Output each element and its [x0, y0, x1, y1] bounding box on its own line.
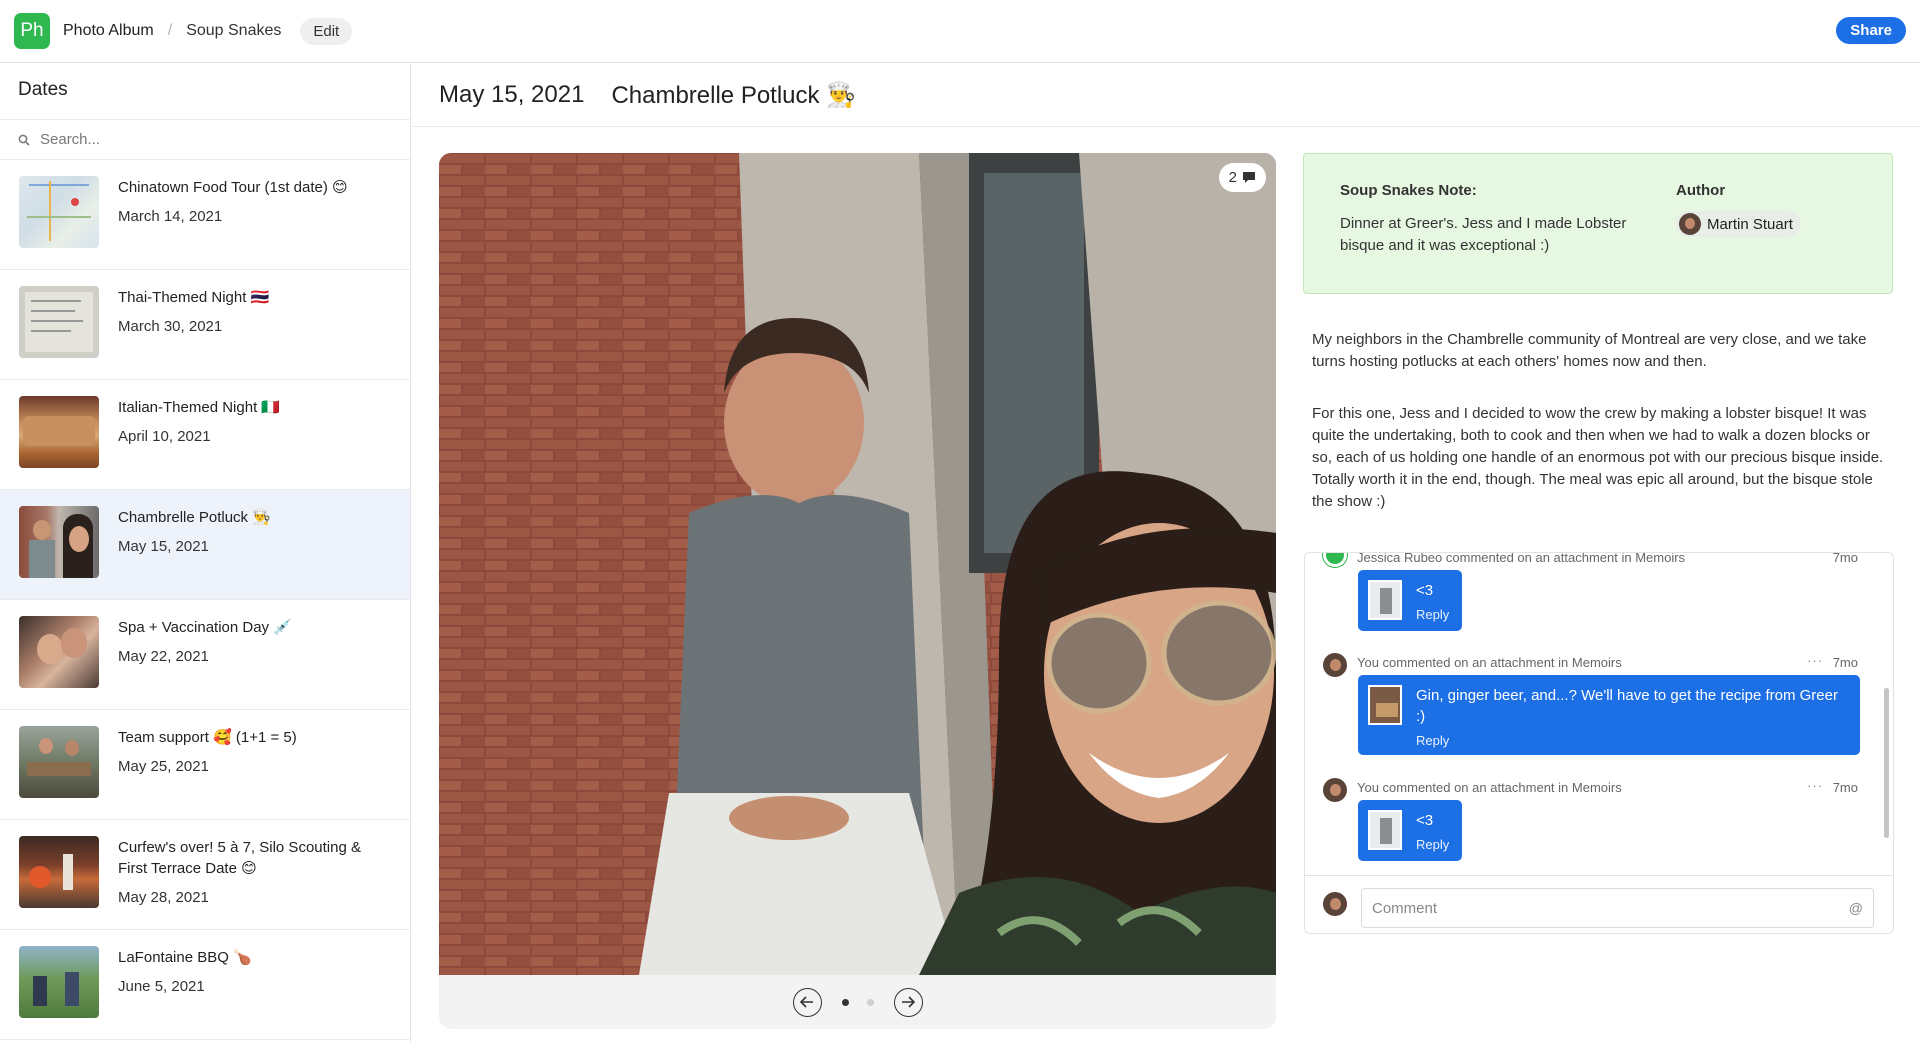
entry-thumbnail — [19, 286, 99, 358]
next-button[interactable] — [893, 987, 923, 1017]
comment-time: 7mo — [1832, 780, 1858, 795]
description: My neighbors in the Chambrelle community… — [1312, 329, 1886, 513]
attachment-thumbnail — [1368, 685, 1402, 725]
page-header: May 15, 2021 Chambrelle Potluck 👨‍🍳 — [412, 64, 1920, 127]
sidebar: Dates Search... Chinatown Food Tour (1st… — [0, 64, 411, 1042]
author-block: Author Martin Stuart — [1676, 182, 1801, 240]
entry-thumbnail — [19, 176, 99, 248]
reply-link[interactable]: Reply — [1416, 730, 1850, 751]
comment-text: Gin, ginger beer, and...? We'll have to … — [1416, 687, 1838, 725]
reply-link[interactable]: Reply — [1416, 834, 1449, 855]
entry-title: Chambrelle Potluck 👨‍🍳 — [118, 509, 271, 526]
entry-title: Chinatown Food Tour (1st date) 😊 — [118, 179, 348, 196]
comment-count: 2 — [1228, 169, 1237, 186]
date-entry[interactable]: Thai-Themed Night 🇹🇭 March 30, 2021 — [0, 270, 410, 380]
avatar — [1323, 653, 1347, 677]
entry-thumbnail — [19, 836, 99, 908]
date-entry[interactable]: Team support 🥰 (1+1 = 5) May 25, 2021 — [0, 710, 410, 820]
page-dot[interactable] — [866, 998, 874, 1006]
more-icon[interactable]: ··· — [1807, 778, 1823, 793]
date-entry[interactable]: Spa + Vaccination Day 💉 May 22, 2021 — [0, 600, 410, 710]
comment-meta: You commented on an attachment in Memoir… — [1357, 655, 1622, 670]
author-pill[interactable]: Martin Stuart — [1676, 211, 1801, 237]
entry-title: Italian-Themed Night 🇮🇹 — [118, 399, 281, 416]
comment-bubble[interactable]: <3 Reply — [1358, 570, 1462, 631]
more-icon[interactable]: ··· — [1807, 653, 1823, 668]
date-entry[interactable]: Curfew's over! 5 à 7, Silo Scouting & Fi… — [0, 820, 410, 930]
entry-title: Curfew's over! 5 à 7, Silo Scouting & Fi… — [118, 839, 361, 877]
photo-viewer: 2 — [439, 153, 1276, 1029]
app-name[interactable]: Photo Album — [63, 22, 154, 40]
comment-meta: Jessica Rubeo commented on an attachment… — [1357, 552, 1686, 565]
mention-icon[interactable]: @ — [1849, 900, 1863, 916]
arrow-right-icon — [902, 996, 915, 1008]
search-input[interactable]: Search... — [40, 131, 100, 148]
date-entry[interactable]: LaFontaine BBQ 🍗 June 5, 2021 — [0, 930, 410, 1040]
sidebar-title: Dates — [0, 64, 410, 120]
entry-thumbnail — [19, 946, 99, 1018]
comment-count-badge[interactable]: 2 — [1218, 163, 1266, 192]
comment-bubble[interactable]: <3 Reply — [1358, 800, 1462, 861]
avatar — [1679, 213, 1701, 235]
comment-compose: Comment @ — [1305, 875, 1893, 933]
search-icon — [18, 134, 30, 146]
date-entry[interactable]: Chinatown Food Tour (1st date) 😊 March 1… — [0, 160, 410, 270]
avatar — [1323, 553, 1347, 567]
page-dot-active[interactable] — [841, 998, 849, 1006]
date-entry[interactable]: Italian-Themed Night 🇮🇹 April 10, 2021 — [0, 380, 410, 490]
breadcrumb-separator: / — [167, 22, 173, 39]
note-box: Soup Snakes Note: Dinner at Greer's. Jes… — [1303, 153, 1893, 294]
date-entry-selected[interactable]: Chambrelle Potluck 👨‍🍳 May 15, 2021 — [0, 490, 410, 600]
avatar — [1323, 892, 1347, 916]
share-button[interactable]: Share — [1836, 17, 1906, 44]
edit-button[interactable]: Edit — [300, 17, 353, 45]
entry-thumbnail — [19, 616, 99, 688]
comment-icon — [1243, 172, 1255, 183]
entry-date: May 28, 2021 — [118, 889, 209, 906]
top-bar: Ph Photo Album / Soup Snakes Edit Share — [0, 0, 1920, 63]
entry-thumbnail — [19, 396, 99, 468]
description-paragraph: For this one, Jess and I decided to wow … — [1312, 405, 1884, 510]
author-label: Author — [1676, 182, 1726, 199]
comment-time: 7mo — [1832, 552, 1858, 565]
entry-date: May 22, 2021 — [118, 648, 209, 665]
note-body: Dinner at Greer's. Jess and I made Lobst… — [1340, 215, 1627, 254]
page-date: May 15, 2021 — [439, 81, 585, 108]
avatar — [1323, 778, 1347, 802]
entry-date: March 30, 2021 — [118, 318, 223, 335]
arrow-left-icon — [800, 996, 813, 1008]
entry-date: June 5, 2021 — [118, 978, 205, 995]
comment-text: <3 — [1416, 582, 1434, 599]
entry-thumbnail — [19, 506, 99, 578]
reply-link[interactable]: Reply — [1416, 604, 1449, 625]
comment-placeholder: Comment — [1372, 899, 1438, 917]
entry-date: May 25, 2021 — [118, 758, 209, 775]
breadcrumb-current[interactable]: Soup Snakes — [186, 22, 281, 40]
attachment-thumbnail — [1368, 810, 1402, 850]
photo[interactable] — [439, 153, 1276, 975]
comment-input[interactable]: Comment @ — [1361, 888, 1874, 928]
app-icon[interactable]: Ph — [14, 13, 50, 49]
author-name: Martin Stuart — [1707, 215, 1793, 233]
entry-title: LaFontaine BBQ 🍗 — [118, 949, 252, 966]
description-paragraph: My neighbors in the Chambrelle community… — [1312, 331, 1867, 370]
comment-text: <3 — [1416, 812, 1434, 829]
comment-bubble[interactable]: Gin, ginger beer, and...? We'll have to … — [1358, 675, 1860, 755]
page-title: Chambrelle Potluck 👨‍🍳 — [611, 81, 857, 109]
previous-button[interactable] — [792, 987, 822, 1017]
entry-title: Spa + Vaccination Day 💉 — [118, 619, 292, 636]
comments-scrollbar[interactable] — [1884, 688, 1889, 838]
comments-panel: Jessica Rubeo commented on an attachment… — [1304, 552, 1894, 934]
entry-date: April 10, 2021 — [118, 428, 211, 445]
entry-title: Team support 🥰 (1+1 = 5) — [118, 729, 297, 746]
photo-pagination — [439, 975, 1276, 1029]
entry-date: March 14, 2021 — [118, 208, 223, 225]
attachment-thumbnail — [1368, 580, 1402, 620]
entry-thumbnail — [19, 726, 99, 798]
entry-date: May 15, 2021 — [118, 538, 209, 555]
comment-meta: You commented on an attachment in Memoir… — [1357, 780, 1622, 795]
entry-title: Thai-Themed Night 🇹🇭 — [118, 289, 270, 306]
comment-time: 7mo — [1832, 655, 1858, 670]
search-bar[interactable]: Search... — [0, 120, 410, 160]
